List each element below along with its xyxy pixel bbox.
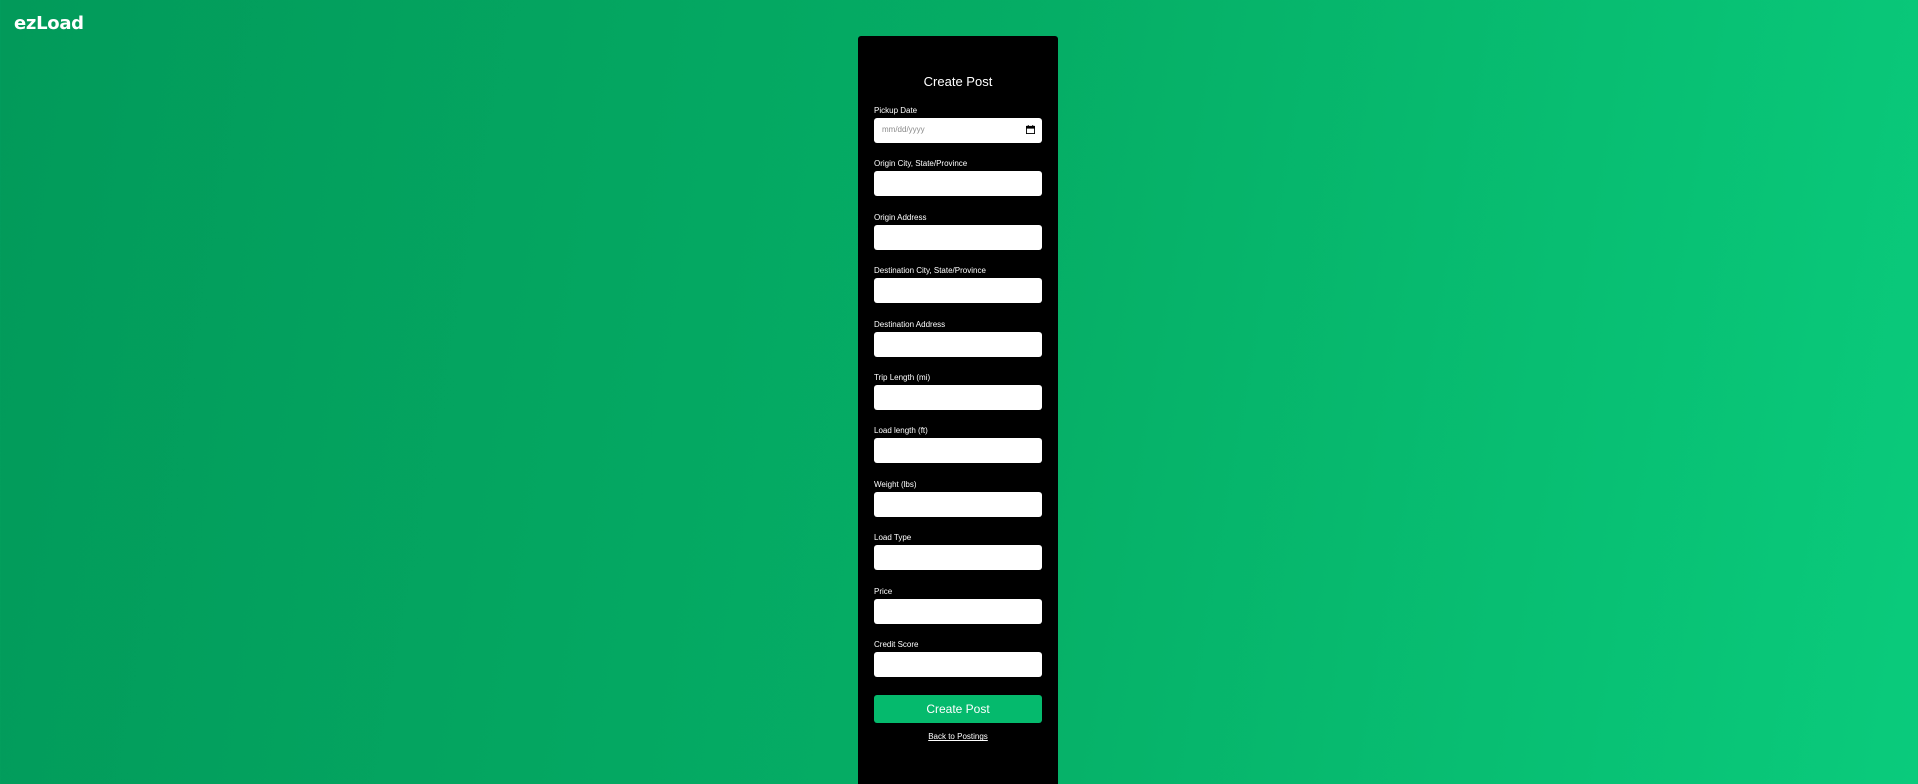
load-type-input[interactable]	[874, 545, 1042, 571]
pickup-date-field: Pickup Date mm/dd/yyyy	[874, 106, 1042, 159]
back-to-postings-link[interactable]: Back to Postings	[874, 732, 1042, 741]
load-type-field: Load Type	[874, 533, 1042, 586]
pickup-date-placeholder: mm/dd/yyyy	[882, 125, 925, 134]
weight-label: Weight (lbs)	[874, 479, 917, 489]
load-length-field: Load length (ft)	[874, 426, 1042, 479]
origin-address-input[interactable]	[874, 224, 1042, 250]
origin-address-field: Origin Address	[874, 213, 1042, 266]
destination-address-field: Destination Address	[874, 320, 1042, 373]
calendar-icon[interactable]	[1026, 125, 1035, 134]
origin-city-input[interactable]	[874, 171, 1042, 197]
trip-length-input[interactable]	[874, 384, 1042, 410]
origin-city-label: Origin City, State/Province	[874, 159, 968, 169]
form-title: Create Post	[923, 74, 993, 89]
destination-address-label: Destination Address	[874, 319, 946, 329]
price-field: Price	[874, 587, 1042, 640]
pickup-date-input[interactable]: mm/dd/yyyy	[874, 118, 1042, 143]
credit-score-field: Credit Score	[874, 640, 1042, 693]
load-length-input[interactable]	[874, 438, 1042, 464]
trip-length-field: Trip Length (mi)	[874, 373, 1042, 426]
destination-address-input[interactable]	[874, 331, 1042, 357]
weight-input[interactable]	[874, 491, 1042, 517]
credit-score-label: Credit Score	[874, 639, 919, 649]
price-input[interactable]	[874, 598, 1042, 624]
origin-city-field: Origin City, State/Province	[874, 159, 1042, 212]
destination-city-label: Destination City, State/Province	[874, 266, 986, 276]
destination-city-field: Destination City, State/Province	[874, 266, 1042, 319]
trip-length-label: Trip Length (mi)	[874, 372, 931, 382]
load-length-label: Load length (ft)	[874, 426, 928, 436]
credit-score-input[interactable]	[874, 651, 1042, 677]
pickup-date-label: Pickup Date	[874, 106, 918, 115]
weight-field: Weight (lbs)	[874, 480, 1042, 533]
create-post-button[interactable]: Create Post	[874, 695, 1042, 724]
create-post-panel: Create Post Pickup Date mm/dd/yyyy Origi…	[858, 36, 1058, 784]
destination-city-input[interactable]	[874, 278, 1042, 304]
price-label: Price	[874, 586, 893, 596]
load-type-label: Load Type	[874, 533, 912, 543]
brand-logo[interactable]: ezLoad	[14, 13, 84, 34]
origin-address-label: Origin Address	[874, 212, 927, 222]
